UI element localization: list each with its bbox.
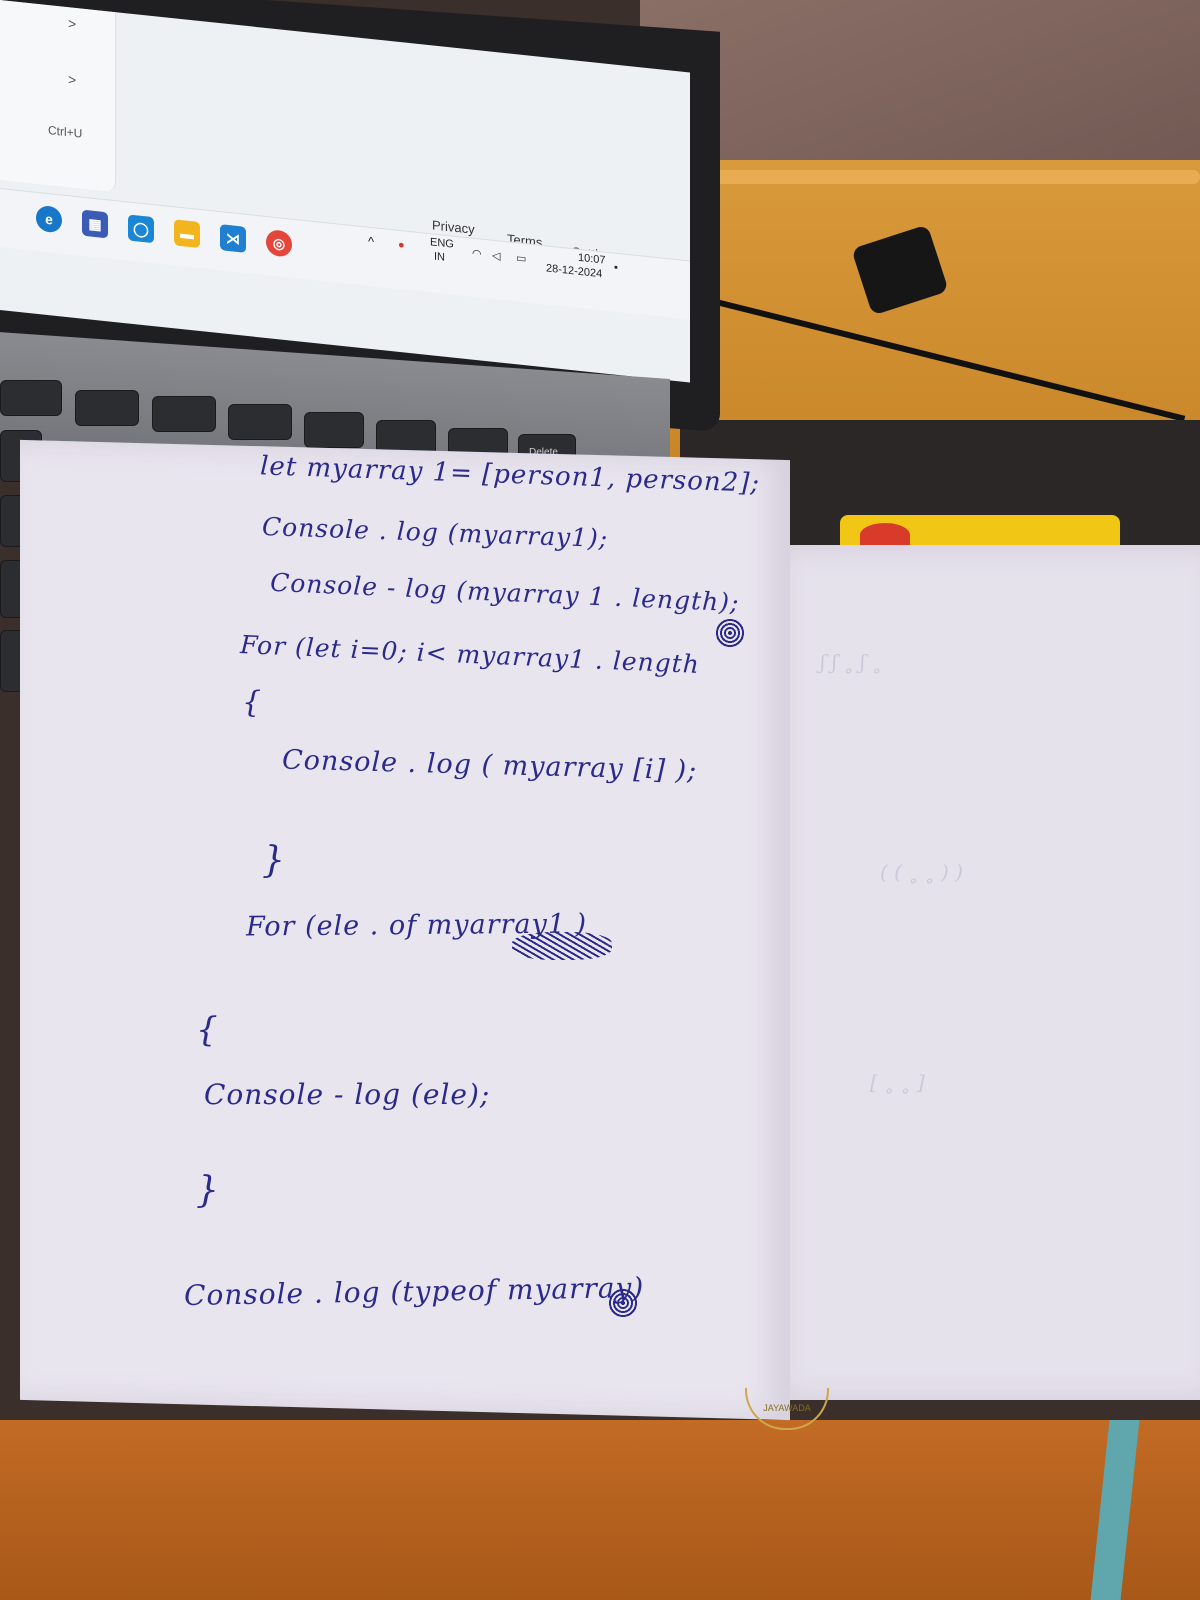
keyboard-key[interactable]	[0, 380, 62, 416]
sync-icon[interactable]: ●	[398, 239, 405, 252]
bleed-through-marks: [ ˳ ˳ ]	[870, 1070, 925, 1094]
chevron-up-icon[interactable]: ^	[368, 234, 374, 250]
ink-scribble	[512, 932, 612, 960]
vscode-icon[interactable]: ⋊	[220, 224, 246, 253]
taskbar: e ▦ ◯ ▬ ⋊ ◎ ^ ● ENG IN ◠ ◁ ▭ 10:07 28-12…	[0, 188, 690, 320]
wifi-icon[interactable]: ◠	[472, 247, 482, 261]
code-line-11: }	[196, 1170, 220, 1211]
code-line-5: {	[242, 685, 263, 720]
floor	[0, 1420, 1200, 1600]
volume-icon[interactable]: ◁	[492, 249, 500, 263]
code-line-10: Console - log (ele);	[204, 1078, 491, 1111]
keyboard-key[interactable]	[152, 396, 216, 432]
ink-scribble	[715, 618, 745, 648]
code-line-7: }	[262, 840, 286, 881]
chevron-right-icon[interactable]: >	[68, 15, 76, 32]
keyboard-key[interactable]	[304, 412, 364, 448]
code-line-9: {	[196, 1010, 219, 1050]
keyboard-key[interactable]	[75, 390, 139, 426]
shelf-rim	[690, 170, 1200, 184]
shortcut-label: Ctrl+U	[48, 123, 83, 141]
notification-icon[interactable]: ▪	[614, 262, 618, 274]
keyboard-key[interactable]	[228, 404, 292, 440]
chrome-icon[interactable]: ◎	[266, 228, 292, 258]
context-menu: > > Ctrl+U	[0, 0, 116, 193]
app-icon[interactable]: ◯	[128, 214, 154, 244]
language-indicator[interactable]: ENG	[430, 236, 454, 251]
notebook: ʃ ʃ ˳ ʃ ˳ ( ( ˳ ˳ ) ) [ ˳ ˳ ] let myarra…	[0, 439, 1200, 1421]
chevron-right-icon[interactable]: >	[68, 71, 76, 88]
store-icon[interactable]: ▦	[82, 209, 108, 239]
bleed-through-marks: ʃ ʃ ˳ ʃ ˳	[820, 650, 882, 674]
ink-scribble	[608, 1288, 638, 1318]
bleed-through-marks: ( ( ˳ ˳ ) )	[880, 860, 963, 884]
battery-icon[interactable]: ▭	[516, 251, 526, 265]
file-explorer-icon[interactable]: ▬	[174, 219, 200, 249]
region-indicator: IN	[434, 250, 445, 264]
edge-icon[interactable]: e	[36, 204, 62, 234]
clock-time[interactable]: 10:07	[578, 252, 606, 267]
